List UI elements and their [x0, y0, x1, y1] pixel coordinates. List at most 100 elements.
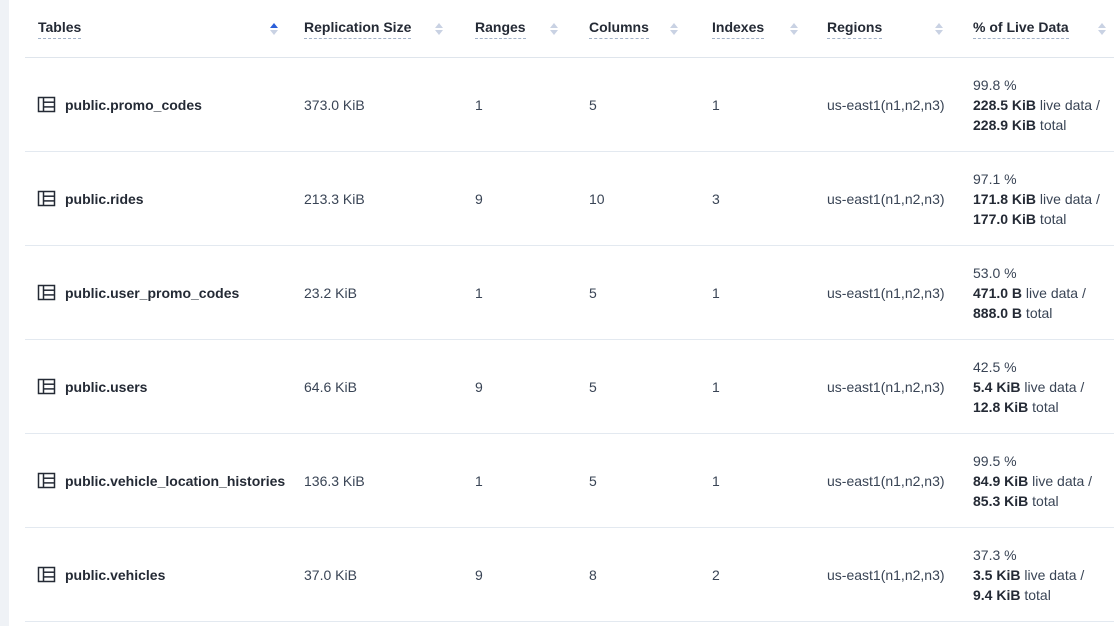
table-name-cell: public.promo_codes — [25, 58, 290, 152]
tables-table: Tables Replication Size Ranges — [25, 0, 1114, 622]
sort-icon[interactable] — [550, 23, 558, 35]
live-data-line: 471.0 B live data / — [973, 283, 1114, 303]
column-header-regions[interactable]: Regions — [810, 0, 955, 58]
table-name-cell: public.users — [25, 340, 290, 434]
table-row[interactable]: public.vehicle_location_histories 136.3 … — [25, 434, 1114, 528]
live-percent: 53.0 % — [973, 263, 1114, 283]
total-size: 228.9 KiB — [973, 117, 1036, 133]
ranges-cell: 1 — [455, 58, 570, 152]
total-data-line: 12.8 KiB total — [973, 397, 1114, 417]
live-percent: 37.3 % — [973, 545, 1114, 565]
live-data-line: 171.8 KiB live data / — [973, 189, 1114, 209]
replication-size-cell: 64.6 KiB — [290, 340, 455, 434]
ranges-cell: 1 — [455, 246, 570, 340]
indexes-cell: 1 — [690, 246, 810, 340]
column-label-replication-size[interactable]: Replication Size — [304, 19, 411, 39]
column-header-tables[interactable]: Tables — [25, 0, 290, 58]
live-size: 228.5 KiB — [973, 97, 1036, 113]
tables-page: Tables Replication Size Ranges — [0, 0, 1114, 626]
column-label-regions[interactable]: Regions — [827, 19, 882, 39]
table-icon — [37, 565, 56, 584]
live-label: live data / — [1020, 567, 1084, 583]
total-label: total — [1020, 587, 1050, 603]
columns-cell: 10 — [570, 152, 690, 246]
regions-cell: us-east1(n1,n2,n3) — [810, 152, 955, 246]
column-header-ranges[interactable]: Ranges — [455, 0, 570, 58]
indexes-cell: 1 — [690, 340, 810, 434]
column-header-columns[interactable]: Columns — [570, 0, 690, 58]
live-percent: 97.1 % — [973, 169, 1114, 189]
regions-cell: us-east1(n1,n2,n3) — [810, 246, 955, 340]
table-name-link[interactable]: public.user_promo_codes — [65, 285, 239, 301]
live-size: 84.9 KiB — [973, 473, 1028, 489]
columns-cell: 5 — [570, 58, 690, 152]
total-size: 85.3 KiB — [973, 493, 1028, 509]
table-name-link[interactable]: public.promo_codes — [65, 97, 202, 113]
total-size: 12.8 KiB — [973, 399, 1028, 415]
live-data-line: 228.5 KiB live data / — [973, 95, 1114, 115]
live-label: live data / — [1028, 473, 1092, 489]
columns-cell: 5 — [570, 246, 690, 340]
total-label: total — [1036, 117, 1066, 133]
live-label: live data / — [1020, 379, 1084, 395]
table-row[interactable]: public.promo_codes 373.0 KiB 1 5 1 us-ea… — [25, 58, 1114, 152]
replication-size-cell: 37.0 KiB — [290, 528, 455, 622]
sort-icon[interactable] — [270, 23, 278, 35]
column-label-ranges[interactable]: Ranges — [475, 19, 526, 39]
live-data-cell: 53.0 % 471.0 B live data / 888.0 B total — [955, 246, 1114, 340]
replication-size-cell: 373.0 KiB — [290, 58, 455, 152]
column-label-tables[interactable]: Tables — [38, 19, 81, 39]
live-size: 3.5 KiB — [973, 567, 1020, 583]
sort-icon[interactable] — [790, 23, 798, 35]
sort-icon[interactable] — [1098, 23, 1106, 35]
indexes-cell: 1 — [690, 434, 810, 528]
total-size: 888.0 B — [973, 305, 1022, 321]
table-name-link[interactable]: public.vehicles — [65, 567, 165, 583]
live-data-cell: 99.8 % 228.5 KiB live data / 228.9 KiB t… — [955, 58, 1114, 152]
regions-cell: us-east1(n1,n2,n3) — [810, 58, 955, 152]
table-name-link[interactable]: public.vehicle_location_histories — [65, 473, 285, 489]
table-name-cell: public.user_promo_codes — [25, 246, 290, 340]
ranges-cell: 9 — [455, 152, 570, 246]
table-row[interactable]: public.rides 213.3 KiB 9 10 3 us-east1(n… — [25, 152, 1114, 246]
table-name-link[interactable]: public.users — [65, 379, 147, 395]
live-label: live data / — [1036, 97, 1100, 113]
indexes-cell: 1 — [690, 58, 810, 152]
indexes-cell: 2 — [690, 528, 810, 622]
indexes-cell: 3 — [690, 152, 810, 246]
ranges-cell: 9 — [455, 528, 570, 622]
sort-icon[interactable] — [935, 23, 943, 35]
total-data-line: 177.0 KiB total — [973, 209, 1114, 229]
table-name-cell: public.rides — [25, 152, 290, 246]
column-label-live-data[interactable]: % of Live Data — [973, 19, 1069, 39]
sort-icon[interactable] — [670, 23, 678, 35]
ranges-cell: 1 — [455, 434, 570, 528]
table-row[interactable]: public.vehicles 37.0 KiB 9 8 2 us-east1(… — [25, 528, 1114, 622]
live-data-cell: 37.3 % 3.5 KiB live data / 9.4 KiB total — [955, 528, 1114, 622]
live-percent: 42.5 % — [973, 357, 1114, 377]
table-row[interactable]: public.user_promo_codes 23.2 KiB 1 5 1 u… — [25, 246, 1114, 340]
columns-cell: 5 — [570, 434, 690, 528]
table-name-link[interactable]: public.rides — [65, 191, 144, 207]
sort-icon[interactable] — [435, 23, 443, 35]
replication-size-cell: 23.2 KiB — [290, 246, 455, 340]
table-name-cell: public.vehicles — [25, 528, 290, 622]
total-data-line: 9.4 KiB total — [973, 585, 1114, 605]
column-header-indexes[interactable]: Indexes — [690, 0, 810, 58]
live-size: 471.0 B — [973, 285, 1022, 301]
page-left-gutter — [0, 0, 9, 626]
table-icon — [37, 283, 56, 302]
regions-cell: us-east1(n1,n2,n3) — [810, 434, 955, 528]
table-name-cell: public.vehicle_location_histories — [25, 434, 290, 528]
total-size: 9.4 KiB — [973, 587, 1020, 603]
live-data-line: 3.5 KiB live data / — [973, 565, 1114, 585]
live-label: live data / — [1022, 285, 1086, 301]
column-header-replication-size[interactable]: Replication Size — [290, 0, 455, 58]
column-label-indexes[interactable]: Indexes — [712, 19, 764, 39]
replication-size-cell: 136.3 KiB — [290, 434, 455, 528]
total-data-line: 85.3 KiB total — [973, 491, 1114, 511]
column-label-columns[interactable]: Columns — [589, 19, 649, 39]
column-header-live-data[interactable]: % of Live Data — [955, 0, 1114, 58]
columns-cell: 5 — [570, 340, 690, 434]
table-row[interactable]: public.users 64.6 KiB 9 5 1 us-east1(n1,… — [25, 340, 1114, 434]
